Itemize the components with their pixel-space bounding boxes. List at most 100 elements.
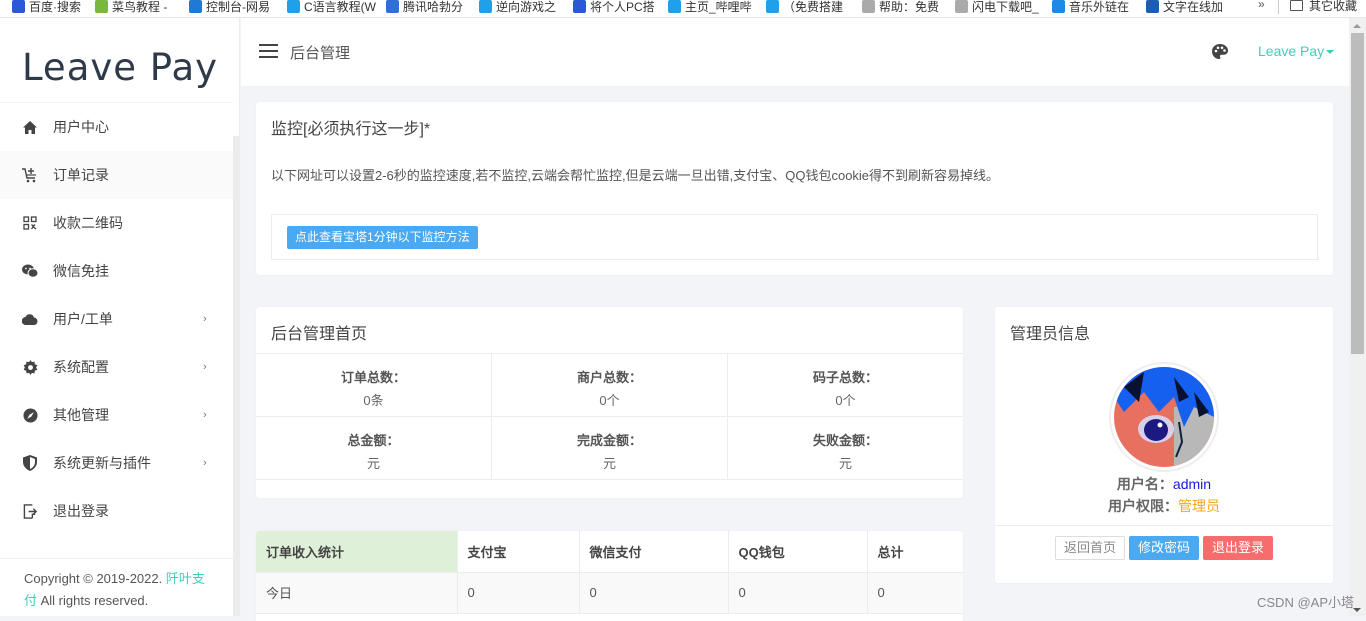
bookmark-item[interactable]: 闪电下载吧_ xyxy=(955,0,1039,15)
sidebar-item-label: 其他管理 xyxy=(53,407,109,423)
chevron-right-icon: › xyxy=(203,409,207,421)
copyright-brand-link[interactable]: 阡叶支 xyxy=(166,571,205,586)
role-value: 管理员 xyxy=(1178,498,1220,514)
sidebar-item-logout[interactable]: 退出登录 xyxy=(0,487,233,535)
other-bookmarks-label: 其它收藏 xyxy=(1309,0,1358,13)
role-label: 用户权限： xyxy=(1108,498,1178,514)
view-monitor-method-button[interactable]: 点此查看宝塔1分钟以下监控方法 xyxy=(287,226,478,249)
user-dropdown[interactable]: Leave Pay xyxy=(1258,43,1335,59)
table-cell: 0 xyxy=(867,572,963,614)
bookmark-item[interactable]: 百度·搜索 xyxy=(12,0,81,15)
sidebar-item-label: 系统配置 xyxy=(53,359,109,375)
logout-icon xyxy=(22,503,38,519)
monitor-action-panel: 点此查看宝塔1分钟以下监控方法 xyxy=(271,214,1318,260)
sidebar-item-user-center[interactable]: 用户中心 xyxy=(0,103,233,151)
table-cell: 今日 xyxy=(256,572,458,614)
bookmarks-overflow-button[interactable]: » xyxy=(1258,0,1265,11)
logo[interactable]: Leave Pay xyxy=(0,46,240,89)
logout-button[interactable]: 退出登录 xyxy=(1203,536,1274,560)
page-scrollbar[interactable] xyxy=(1349,18,1366,616)
stat-label: 订单总数： xyxy=(340,370,406,385)
scroll-down-arrow-icon[interactable] xyxy=(1353,608,1361,612)
back-home-button[interactable]: 返回首页 xyxy=(1055,536,1126,560)
sidebar-item-wechat[interactable]: 微信免挂 xyxy=(0,247,233,295)
bookmark-item[interactable]: 文字在线加 xyxy=(1146,0,1223,15)
bookmark-label: 控制台-网易 xyxy=(206,0,270,14)
theme-palette-icon[interactable] xyxy=(1211,43,1229,61)
scrollbar-thumb[interactable] xyxy=(1351,33,1364,354)
change-password-button[interactable]: 修改密码 xyxy=(1129,536,1200,560)
sidebar-item-users-tickets[interactable]: 用户/工单 › xyxy=(0,295,233,343)
bookmark-label: 将个人PC搭 xyxy=(590,0,655,14)
column-header: 微信支付 xyxy=(579,531,729,573)
sidebar-item-label: 用户中心 xyxy=(53,119,109,135)
sidebar-scrollbar[interactable] xyxy=(233,136,239,616)
column-header: 支付宝 xyxy=(457,531,580,573)
copyright: Copyright © 2019-2022. 阡叶支 xyxy=(24,568,205,587)
monitor-description: 以下网址可以设置2-6秒的监控速度,若不监控,云端会帮忙监控,但是云端一旦出错,… xyxy=(271,168,1000,183)
sidebar-item-qrcode[interactable]: 收款二维码 xyxy=(0,199,233,247)
sidebar-item-label: 收款二维码 xyxy=(53,215,123,231)
scroll-up-arrow-icon[interactable] xyxy=(1353,24,1361,28)
bilibili-icon xyxy=(766,0,779,13)
shield-icon xyxy=(22,455,38,471)
stat-value: 0条 xyxy=(363,393,384,408)
bookmarks-bar: 百度·搜索 菜鸟教程 - 控制台-网易 C语言教程(W 腾讯哈勃分 逆向游戏之 将个人PC搭… xyxy=(0,0,1366,18)
stat-failed-amount: 失败金额： 元 xyxy=(728,417,963,479)
bookmark-item[interactable]: 主页_哔哩哔 xyxy=(668,0,752,15)
username-value: admin xyxy=(1172,476,1212,492)
admin-info-card: 管理员信息 用户名：admin 用户权限：管理员 返回首页 修改密码 退出登录 xyxy=(995,307,1333,583)
cart-icon xyxy=(22,167,38,183)
stat-total-merchants: 商户总数： 0个 xyxy=(492,354,728,416)
bilibili-icon xyxy=(479,0,492,13)
sidebar-item-label: 用户/工单 xyxy=(53,311,113,327)
stat-label: 商户总数： xyxy=(576,370,642,385)
bilibili-icon xyxy=(287,0,300,13)
sidebar-item-system-config[interactable]: 系统配置 › xyxy=(0,343,233,391)
caret-down-icon xyxy=(1326,50,1335,55)
admin-username: 用户名：admin xyxy=(995,474,1333,494)
wechat-icon xyxy=(22,263,38,279)
bookmark-item[interactable]: 菜鸟教程 - xyxy=(95,0,167,15)
bookmark-item[interactable]: 帮助：免费 xyxy=(862,0,939,15)
stat-value: 元 xyxy=(366,456,380,471)
other-bookmarks-button[interactable]: 其它收藏 xyxy=(1290,0,1357,14)
dashboard-card: 后台管理首页 订单总数： 0条 商户总数： 0个 码子总数： 0个 总金额： 元… xyxy=(256,307,963,498)
avatar xyxy=(1109,362,1219,472)
sidebar-item-label: 系统更新与插件 xyxy=(53,455,151,471)
sidebar-item-updates-plugins[interactable]: 系统更新与插件 › xyxy=(0,439,233,487)
bookmark-item[interactable]: （免费搭建 xyxy=(766,0,843,15)
bookmark-item[interactable]: 音乐外链在 xyxy=(1052,0,1129,15)
username-label: 用户名： xyxy=(1116,476,1173,492)
stat-label: 总金额： xyxy=(347,433,400,448)
sidebar: Leave Pay 用户中心 订单记录 收款二维码 微信免挂 用户/工单 › 系… xyxy=(0,18,240,616)
bookmark-item[interactable]: C语言教程(W xyxy=(287,0,376,15)
sidebar-item-orders[interactable]: 订单记录 xyxy=(0,151,233,199)
chevron-right-icon: › xyxy=(203,457,207,469)
bookmarks-divider xyxy=(1278,0,1279,14)
stats-grid: 订单总数： 0条 商户总数： 0个 码子总数： 0个 总金额： 元 完成金额： … xyxy=(256,353,963,480)
watermark: CSDN @AP小塔 xyxy=(1257,595,1354,610)
bookmark-item[interactable]: 控制台-网易 xyxy=(189,0,270,15)
copyright-line-2: 付 All rights reserved. xyxy=(24,590,148,609)
stat-value: 元 xyxy=(838,456,852,471)
text-icon xyxy=(1146,0,1159,13)
sidebar-nav: 用户中心 订单记录 收款二维码 微信免挂 用户/工单 › 系统配置 › 其他管理… xyxy=(0,102,233,535)
menu-toggle-icon[interactable] xyxy=(259,44,278,58)
copyright-brand-link-cont[interactable]: 付 xyxy=(24,593,37,608)
bookmark-label: 主页_哔哩哔 xyxy=(685,0,752,14)
income-stats-card: 订单收入统计 支付宝 微信支付 QQ钱包 总计 今日 0 0 0 0 xyxy=(256,531,963,621)
compass-icon xyxy=(22,407,38,423)
column-header: 总计 xyxy=(867,531,963,573)
sidebar-item-label: 微信免挂 xyxy=(53,263,109,279)
stats-row: 订单总数： 0条 商户总数： 0个 码子总数： 0个 xyxy=(256,354,963,417)
bookmark-item[interactable]: 腾讯哈勃分 xyxy=(386,0,463,15)
admin-divider xyxy=(995,525,1333,526)
rights-text: All rights reserved. xyxy=(37,593,149,608)
bookmark-item[interactable]: 将个人PC搭 xyxy=(573,0,655,15)
baidu-icon xyxy=(12,0,25,13)
sidebar-item-other-management[interactable]: 其他管理 › xyxy=(0,391,233,439)
bookmark-item[interactable]: 逆向游戏之 xyxy=(479,0,556,15)
gear-icon xyxy=(22,359,38,375)
stats-row: 总金额： 元 完成金额： 元 失败金额： 元 xyxy=(256,417,963,480)
